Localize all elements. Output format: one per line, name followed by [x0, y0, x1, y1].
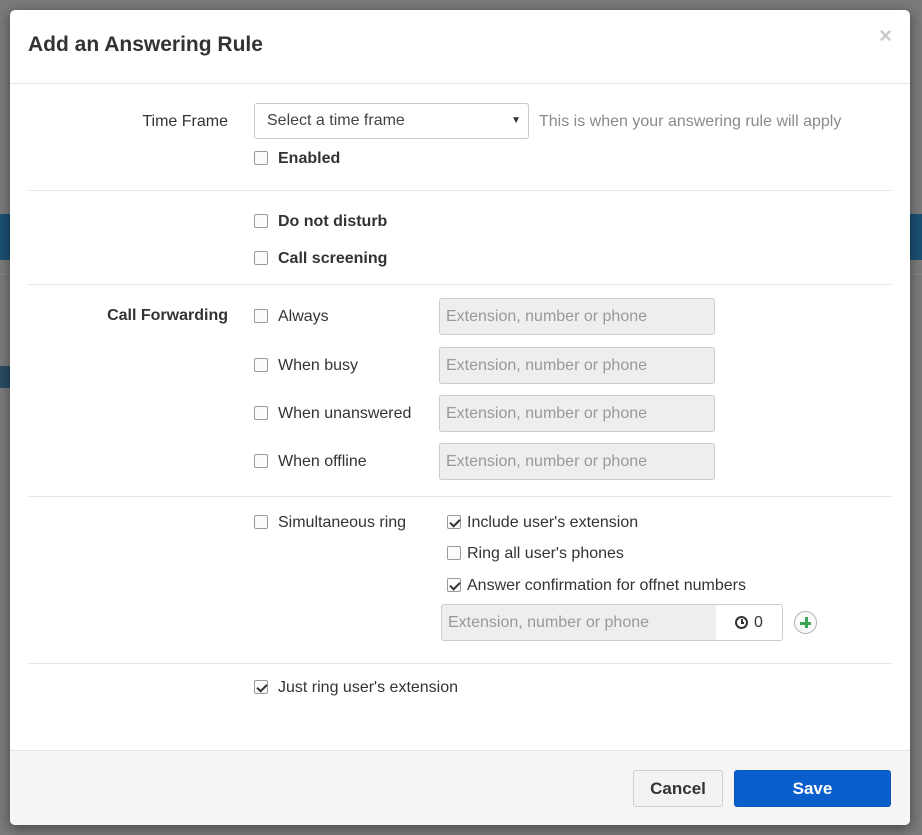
plus-circle-icon[interactable]	[794, 611, 817, 634]
do-not-disturb-checkbox[interactable]	[254, 214, 268, 228]
cancel-button[interactable]: Cancel	[633, 770, 723, 807]
forward-busy-label: When busy	[278, 357, 359, 374]
forward-always-input[interactable]	[439, 298, 715, 335]
forward-offline-checkbox[interactable]	[254, 454, 268, 468]
time-frame-label: Time Frame	[142, 113, 228, 130]
ring-all-phones-checkbox[interactable]	[447, 546, 461, 560]
forward-busy-checkbox[interactable]	[254, 358, 268, 372]
forward-unanswered-label: When unanswered	[278, 405, 412, 422]
simultaneous-ring-checkbox[interactable]	[254, 515, 268, 529]
close-icon[interactable]: ×	[879, 23, 892, 49]
time-frame-select-value: Select a time frame	[267, 112, 405, 129]
enabled-checkbox[interactable]	[254, 151, 268, 165]
ring-timer-button[interactable]: 0	[716, 604, 783, 641]
include-extension-checkbox[interactable]	[447, 515, 461, 529]
enabled-label: Enabled	[278, 150, 341, 167]
call-screening-label: Call screening	[278, 250, 388, 267]
forward-always-label: Always	[278, 308, 329, 325]
call-screening-checkbox[interactable]	[254, 251, 268, 265]
dialog-title: Add an Answering Rule	[28, 33, 263, 56]
answer-confirmation-checkbox[interactable]	[447, 578, 461, 592]
forward-offline-input[interactable]	[439, 443, 715, 480]
forward-always-checkbox[interactable]	[254, 309, 268, 323]
time-frame-select[interactable]: Select a time frame ▼	[254, 103, 529, 139]
time-frame-help: This is when your answering rule will ap…	[539, 113, 842, 130]
answer-confirmation-label: Answer confirmation for offnet numbers	[467, 577, 746, 594]
section-divider	[28, 284, 891, 285]
call-forwarding-label: Call Forwarding	[107, 307, 228, 324]
clock-icon	[735, 616, 749, 629]
chevron-down-icon: ▼	[511, 115, 521, 126]
ring-all-phones-label: Ring all user's phones	[467, 545, 624, 562]
ring-timer-value: 0	[754, 613, 763, 631]
dialog-header: Add an Answering Rule ×	[10, 10, 910, 84]
forward-unanswered-input[interactable]	[439, 395, 715, 432]
include-extension-label: Include user's extension	[467, 514, 639, 531]
section-divider	[28, 663, 891, 664]
save-button[interactable]: Save	[734, 770, 891, 807]
simultaneous-ring-label: Simultaneous ring	[278, 514, 407, 531]
just-ring-label: Just ring user's extension	[278, 679, 459, 696]
simultaneous-ring-input[interactable]	[441, 604, 717, 641]
forward-unanswered-checkbox[interactable]	[254, 406, 268, 420]
forward-busy-input[interactable]	[439, 347, 715, 384]
forward-offline-label: When offline	[278, 453, 367, 470]
just-ring-checkbox[interactable]	[254, 680, 268, 694]
do-not-disturb-label: Do not disturb	[278, 213, 388, 230]
answering-rule-dialog: Add an Answering Rule × Time Frame Selec…	[10, 10, 910, 825]
dialog-footer: Cancel Save	[10, 750, 910, 825]
section-divider	[28, 496, 891, 497]
section-divider	[28, 190, 891, 191]
